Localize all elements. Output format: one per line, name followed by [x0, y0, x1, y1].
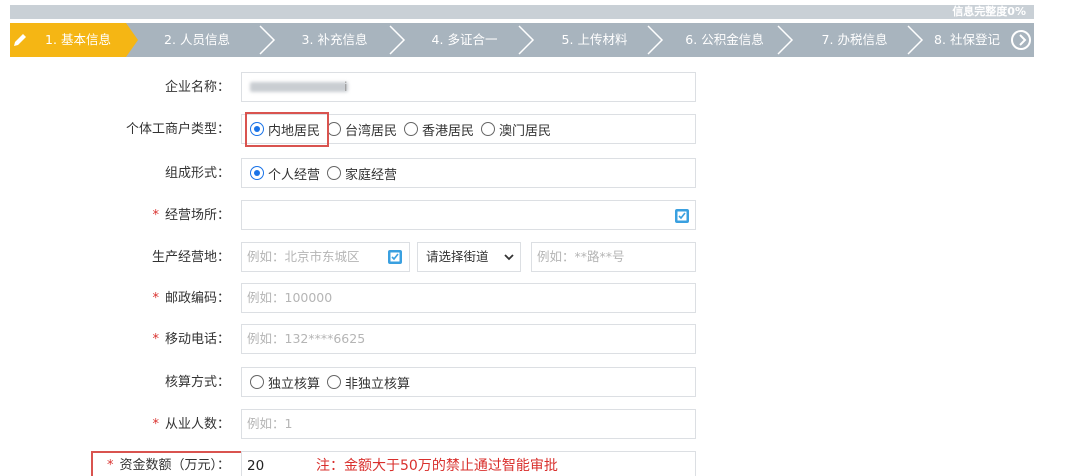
radio-individual[interactable]: 个人经营: [250, 164, 320, 183]
household-type-label: 个体工商户类型：: [125, 122, 230, 137]
select-value: 请选择街道: [426, 249, 489, 264]
radio-taiwan[interactable]: 台湾居民: [327, 120, 397, 139]
label-text: 经营场所：: [164, 208, 230, 223]
map-picker-icon[interactable]: [674, 208, 690, 224]
label-text: 从业人数：: [164, 417, 230, 432]
placeholder: 例如：**路**号: [537, 249, 625, 264]
radio-icon: [404, 122, 419, 136]
chevron-right-icon: [1019, 34, 1027, 46]
accounting-label: 核算方式：: [164, 375, 230, 390]
label-text: 邮政编码：: [164, 291, 230, 306]
step-label: 8. 社保登记: [934, 32, 1000, 47]
step-1-arrow: [126, 23, 138, 57]
mobile-input[interactable]: 例如：132****6625: [241, 324, 696, 354]
postal-code-label: * 邮政编码：: [10, 289, 230, 309]
radio-label: 香港居民: [422, 123, 475, 139]
step-2[interactable]: 2. 人员信息: [138, 23, 256, 57]
step-1[interactable]: 1. 基本信息: [10, 23, 126, 57]
radio-icon: [327, 122, 342, 136]
step-label: 3. 补充信息: [301, 32, 368, 47]
step-3[interactable]: 3. 补充信息: [272, 23, 397, 57]
company-name-field[interactable]: i: [241, 72, 696, 102]
production-area-input[interactable]: 例如：北京市东城区: [241, 242, 410, 272]
radio-icon: [250, 375, 264, 389]
radio-label: 个人经营: [268, 167, 321, 183]
step-label: 6. 公积金信息: [685, 32, 764, 47]
progress-label: 信息完整度0%: [952, 5, 1026, 18]
radio-independent[interactable]: 独立核算: [250, 373, 320, 392]
map-picker-icon[interactable]: [387, 249, 403, 265]
step-label: 1. 基本信息: [45, 32, 111, 47]
company-name-suffix: i: [344, 79, 348, 94]
highlight-box: [245, 112, 329, 147]
step-7[interactable]: 7. 办税信息: [792, 23, 917, 57]
accounting-radio-group: 独立核算 非独立核算: [250, 367, 417, 397]
radio-label: 家庭经营: [345, 167, 398, 183]
redacted-value: [250, 82, 348, 92]
step-label: 2. 人员信息: [164, 32, 230, 47]
production-road-input[interactable]: 例如：**路**号: [531, 242, 696, 272]
business-place-label: * 经营场所：: [10, 206, 230, 226]
radio-macau[interactable]: 澳门居民: [481, 120, 551, 139]
radio-label: 澳门居民: [499, 123, 552, 139]
radio-checked-icon: [250, 166, 264, 180]
step-5[interactable]: 5. 上传材料: [532, 23, 657, 57]
required-mark: *: [152, 417, 159, 432]
capital-label: * 资金数额（万元）：: [10, 456, 230, 476]
step-label: 5. 上传材料: [561, 32, 628, 47]
placeholder: 例如：100000: [247, 290, 333, 305]
step-label: 7. 办税信息: [821, 32, 888, 47]
step-label: 4. 多证合一: [431, 32, 498, 47]
label-text: 资金数额（万元）：: [119, 458, 230, 473]
placeholder: 例如：1: [247, 416, 293, 431]
employees-label: * 从业人数：: [10, 415, 230, 435]
step-4[interactable]: 4. 多证合一: [402, 23, 527, 57]
step-6[interactable]: 6. 公积金信息: [662, 23, 787, 57]
radio-icon: [327, 166, 342, 180]
required-mark: *: [152, 291, 159, 306]
composition-radio-group: 个人经营 家庭经营: [250, 158, 404, 188]
radio-label: 台湾居民: [345, 123, 398, 139]
company-name-label: 企业名称：: [164, 80, 230, 95]
postal-code-input[interactable]: 例如：100000: [241, 283, 696, 313]
mobile-label: * 移动电话：: [10, 330, 230, 350]
radio-icon: [327, 375, 342, 389]
pencil-icon: [14, 34, 26, 46]
progress-bar: 信息完整度0%: [10, 5, 1034, 19]
radio-icon: [481, 122, 496, 136]
radio-family[interactable]: 家庭经营: [327, 164, 397, 183]
required-mark: *: [106, 458, 114, 473]
business-place-input[interactable]: [241, 200, 696, 230]
step-navigation: 1. 基本信息 2. 人员信息 3. 补充信息 4. 多证合一 5. 上传材料 …: [10, 23, 1034, 57]
production-site-label: 生产经营地：: [151, 250, 230, 265]
required-mark: *: [152, 332, 159, 347]
capital-note: 注：金额大于50万的禁止通过智能审批: [316, 458, 558, 474]
street-select[interactable]: 请选择街道: [417, 242, 521, 272]
next-step-button[interactable]: [1011, 30, 1031, 50]
label-text: 移动电话：: [164, 332, 230, 347]
radio-label: 独立核算: [268, 376, 321, 392]
radio-hongkong[interactable]: 香港居民: [404, 120, 474, 139]
radio-non-independent[interactable]: 非独立核算: [327, 373, 410, 392]
input-value: 20: [247, 458, 265, 474]
employees-input[interactable]: 例如：1: [241, 409, 696, 439]
radio-label: 非独立核算: [345, 376, 411, 392]
chevron-down-icon: [504, 254, 514, 261]
required-mark: *: [152, 208, 159, 223]
step-8[interactable]: 8. 社保登记: [922, 23, 1012, 57]
placeholder: 例如：北京市东城区: [247, 249, 360, 264]
placeholder: 例如：132****6625: [247, 331, 366, 346]
composition-label: 组成形式：: [164, 166, 230, 181]
